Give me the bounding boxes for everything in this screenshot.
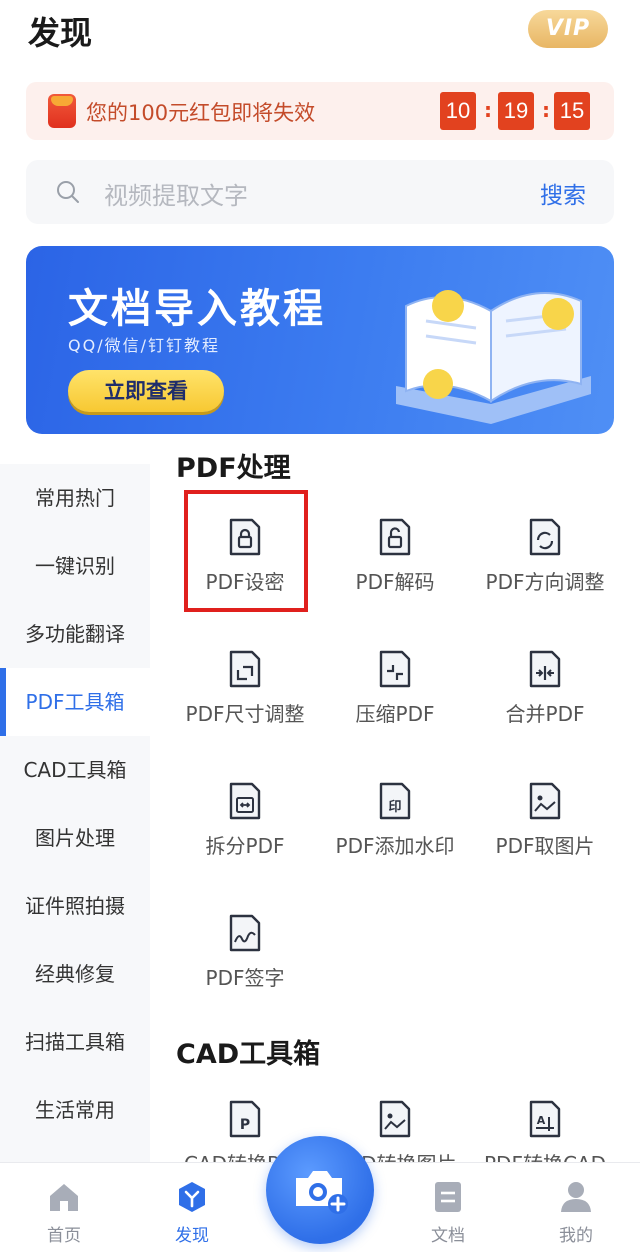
nav-discover[interactable]: 发现	[142, 1163, 242, 1252]
tool-pdf-watermark[interactable]: 印 PDF添加水印	[320, 758, 470, 868]
discover-icon	[179, 1182, 205, 1212]
selection-highlight-box	[184, 490, 308, 612]
sidebar-item-cad-tools[interactable]: CAD工具箱	[0, 736, 150, 804]
red-packet-banner[interactable]: 您的100元红包即将失效 10 : 19 : 15	[26, 82, 614, 140]
search-bar[interactable]: 视频提取文字 搜索	[26, 160, 614, 224]
open-book-illustration	[396, 290, 591, 424]
sidebar-item-life[interactable]: 生活常用	[0, 1076, 150, 1144]
search-icon	[57, 181, 79, 203]
tool-label: PDF解码	[355, 570, 435, 594]
timer-separator: :	[484, 98, 492, 122]
tool-pdf-merge[interactable]: 合并PDF	[470, 626, 620, 736]
nav-label: 发现	[175, 1226, 209, 1246]
sidebar-item-image[interactable]: 图片处理	[0, 804, 150, 872]
view-now-button[interactable]: 立即查看	[68, 370, 224, 412]
red-packet-icon	[48, 94, 76, 128]
cad-to-pdf-icon: P	[229, 1100, 261, 1138]
nav-profile[interactable]: 我的	[526, 1163, 626, 1252]
camera-add-icon	[296, 1171, 348, 1214]
tool-label: 合并PDF	[505, 702, 585, 726]
timer-seconds: 15	[554, 92, 590, 130]
camera-scan-button[interactable]	[266, 1136, 374, 1244]
header: 发现 VIP	[0, 0, 640, 70]
profile-icon	[561, 1182, 591, 1212]
tool-pdf-compress[interactable]: 压缩PDF	[320, 626, 470, 736]
timer-hours: 10	[440, 92, 476, 130]
svg-text:P: P	[240, 1117, 250, 1133]
banner-title: 文档导入教程	[68, 286, 326, 332]
sidebar-item-recognize[interactable]: 一键识别	[0, 532, 150, 600]
tool-pdf-decrypt[interactable]: PDF解码	[320, 494, 470, 604]
tool-label: 压缩PDF	[355, 702, 435, 726]
watermark-file-icon: 印	[379, 782, 411, 820]
tool-label: PDF签字	[205, 966, 285, 990]
tool-label: 拆分PDF	[205, 834, 285, 858]
search-input[interactable]: 视频提取文字	[104, 176, 248, 211]
tool-pdf-resize[interactable]: PDF尺寸调整	[170, 626, 320, 736]
section-title-pdf: PDF处理	[176, 453, 291, 484]
rotate-file-icon	[529, 518, 561, 556]
svg-text:A: A	[537, 1114, 546, 1127]
section-title-cad: CAD工具箱	[176, 1039, 321, 1070]
tool-pdf-extract-images[interactable]: PDF取图片	[470, 758, 620, 868]
image-file-icon	[529, 782, 561, 820]
sidebar-item-pdf-tools[interactable]: PDF工具箱	[0, 668, 150, 736]
timer-separator: :	[542, 98, 550, 122]
nav-label: 文档	[431, 1226, 465, 1246]
signature-file-icon	[229, 914, 261, 952]
tool-label: PDF尺寸调整	[185, 702, 305, 726]
merge-file-icon	[529, 650, 561, 688]
resize-file-icon	[229, 650, 261, 688]
timer-minutes: 19	[498, 92, 534, 130]
sidebar-item-id-photo[interactable]: 证件照拍摄	[0, 872, 150, 940]
nav-home[interactable]: 首页	[14, 1163, 114, 1252]
sidebar-item-scan[interactable]: 扫描工具箱	[0, 1008, 150, 1076]
nav-label: 首页	[47, 1226, 81, 1246]
sidebar-item-restore[interactable]: 经典修复	[0, 940, 150, 1008]
tool-label: PDF添加水印	[335, 834, 455, 858]
tool-label: PDF取图片	[495, 834, 595, 858]
home-icon	[50, 1184, 78, 1211]
document-icon	[435, 1182, 461, 1212]
tool-pdf-rotate[interactable]: PDF方向调整	[470, 494, 620, 604]
unlock-file-icon	[379, 518, 411, 556]
cad-to-image-icon	[379, 1100, 411, 1138]
banner-subtitle: QQ/微信/钉钉教程	[68, 336, 220, 355]
tool-pdf-split[interactable]: 拆分PDF	[170, 758, 320, 868]
split-file-icon	[229, 782, 261, 820]
nav-documents[interactable]: 文档	[398, 1163, 498, 1252]
compress-file-icon	[379, 650, 411, 688]
tutorial-banner[interactable]: 文档导入教程 QQ/微信/钉钉教程 立即查看	[26, 246, 614, 434]
nav-label: 我的	[559, 1226, 593, 1246]
category-sidebar: 常用热门 一键识别 多功能翻译 PDF工具箱 CAD工具箱 图片处理 证件照拍摄…	[0, 464, 150, 1164]
tool-pdf-sign[interactable]: PDF签字	[170, 890, 320, 1000]
pdf-to-cad-icon: A	[529, 1100, 561, 1138]
page-title: 发现	[28, 14, 93, 52]
tool-label: PDF方向调整	[485, 570, 605, 594]
sidebar-item-common[interactable]: 常用热门	[0, 464, 150, 532]
promo-text: 您的100元红包即将失效	[86, 101, 316, 125]
svg-text:印: 印	[388, 800, 401, 815]
search-button[interactable]: 搜索	[540, 176, 586, 210]
sidebar-item-translate[interactable]: 多功能翻译	[0, 600, 150, 668]
vip-button[interactable]: VIP	[528, 10, 608, 48]
